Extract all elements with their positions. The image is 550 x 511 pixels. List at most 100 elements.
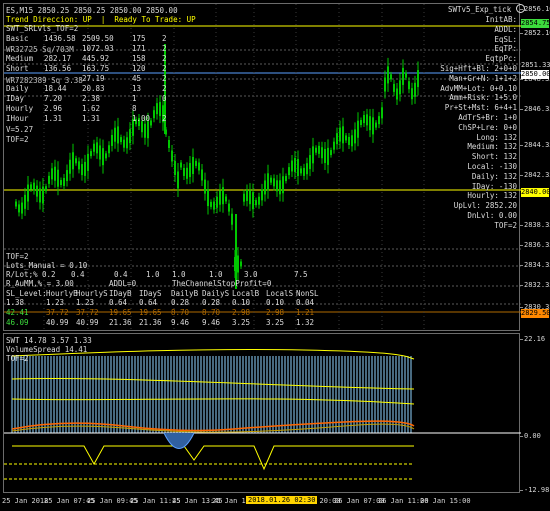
candle-body <box>168 140 170 148</box>
price-tick <box>520 33 523 34</box>
candle-body <box>387 66 389 84</box>
candle-body <box>360 119 362 125</box>
candle-body <box>87 153 89 171</box>
srlvls-cell: 2 <box>162 64 167 73</box>
sl-row3-cell: 1.32 <box>296 318 315 327</box>
ea-status-key: Man+Gr+N: <box>449 73 490 83</box>
price-tick <box>520 307 523 308</box>
time-axis: 25 Jan 2018 25 Jan 07:45 25 Jan 09:45 25 Ja… <box>0 494 550 511</box>
price-tick <box>520 265 523 266</box>
candle-body <box>381 107 383 119</box>
candle-body <box>414 82 416 97</box>
ea-status-row: Amm+Risk: 1+5.0 <box>449 93 517 102</box>
candle-body <box>297 159 299 177</box>
candle-body <box>33 182 35 191</box>
ea-status-key: Amm+Risk: <box>449 93 490 103</box>
ea-status-value: 132 <box>498 132 517 142</box>
ea-status-key: EqtpPc: <box>485 54 517 64</box>
candle-body <box>84 161 86 176</box>
price-marker: 2850.00 <box>521 70 550 79</box>
price-label: 2842.35 <box>524 171 550 179</box>
candle-body <box>72 152 74 170</box>
candle-body <box>51 168 53 180</box>
candle-body <box>270 177 272 183</box>
srlvls-cell: 1 <box>132 94 137 103</box>
candle-body <box>177 171 179 189</box>
candle-body <box>255 200 257 206</box>
candle-body <box>225 196 227 202</box>
srlvls-cell: 171 <box>132 44 146 53</box>
srlvls-cell: 2 <box>162 84 167 93</box>
rlots-value: 0.4 <box>114 270 128 279</box>
srlvls-cell: 7.20 <box>44 94 63 103</box>
candle-body <box>63 177 65 186</box>
candle-body <box>348 136 350 145</box>
ea-status-value: -130 <box>494 162 517 171</box>
candle-body <box>318 145 320 154</box>
ea-status-row: DnLvl: 0.00 <box>467 211 517 220</box>
candle-body <box>246 189 248 201</box>
ea-status-key: Short: <box>471 152 499 162</box>
candle-body <box>114 127 116 142</box>
candle-body <box>48 175 50 184</box>
candle-body <box>81 164 83 176</box>
candle-body <box>78 161 80 170</box>
candle-body <box>306 163 308 175</box>
srlvls-cell: 13 <box>132 84 142 93</box>
price-label: 2838.35 <box>524 221 550 229</box>
sl-row3-cell: 3.25 <box>266 318 285 327</box>
sl-row3-cell: 21.36 <box>139 318 162 327</box>
candle-body <box>252 192 254 210</box>
candle-body <box>27 184 29 202</box>
srlvls-cell: 8 <box>132 104 137 113</box>
ea-name[interactable]: SWTv5_Exp_tick <box>448 4 525 14</box>
ea-status-key: Pr+St+Mst: <box>444 103 490 113</box>
ea-status-row: AdvMM+Lot: 0+0.10 <box>440 84 517 93</box>
ea-status-key: Sig+Hft+Bl: <box>440 64 490 73</box>
sl-row1-cell: 0.04 <box>296 298 315 307</box>
candle-body <box>126 137 128 149</box>
candle-body <box>372 117 374 135</box>
ea-status-row: Medium: 132 <box>467 142 517 151</box>
candle-body <box>174 161 176 175</box>
candle-body <box>75 158 77 164</box>
candle-body <box>411 88 413 100</box>
sl-row2-cell: 1.21 <box>296 308 315 317</box>
sl-row1-cell: 1.23 <box>46 298 65 307</box>
srlvls-cell: 2 <box>162 54 167 63</box>
candle-body <box>54 166 56 181</box>
ea-status-row: Sig+Hft+Bl: 2+0+0 <box>440 64 517 73</box>
sl-header-cell: LocalB <box>232 289 260 298</box>
indicator-axis: 22.16 0.00 -12.98 <box>520 333 550 494</box>
srlvls-cell: 1072.93 <box>82 44 114 53</box>
candle-body <box>342 126 344 144</box>
srlvls-cell: 1436.58 <box>44 34 76 43</box>
ea-status-value: 132 <box>498 191 517 201</box>
r-aumm: R_AuMM,% = 3.00 <box>6 279 74 288</box>
candle-body <box>336 133 338 145</box>
candle-body <box>180 162 182 168</box>
ea-status-key: ChSP+Lre: <box>458 122 499 132</box>
price-tick <box>520 175 523 176</box>
candle-body <box>189 163 191 178</box>
ready-label: Ready To Trade: <box>114 15 183 24</box>
ea-status-value: 2+0+0 <box>489 64 517 73</box>
srlvls-cell: 163.75 <box>82 64 110 73</box>
indicator-pane[interactable]: SWT 14.78 3.57 1.33 VolumeSpread 14.41 T… <box>3 333 521 493</box>
price-label: 2834.35 <box>524 261 550 269</box>
candle-body <box>237 255 239 273</box>
candle-body <box>153 110 155 119</box>
candle-body <box>117 126 119 144</box>
candle-body <box>339 127 341 142</box>
sl-row2-cell: 19.65 <box>109 308 132 317</box>
srlvls-cell: 20.83 <box>82 84 105 93</box>
sl-row1-cell: 0.10 <box>266 298 285 307</box>
candle-body <box>216 196 218 208</box>
main-chart-pane[interactable]: ES,M15 2850.25 2850.25 2850.00 2850.00 T… <box>3 3 525 332</box>
ea-status-row: ADDL: <box>494 25 517 34</box>
ea-status-key: AdTrS+Br: <box>458 113 499 122</box>
srlvls-cell: 120 <box>132 64 146 73</box>
candle-body <box>30 184 32 190</box>
candle-body <box>330 150 332 156</box>
ea-status-row: ChSP+Lre: 0+0 <box>458 123 517 132</box>
